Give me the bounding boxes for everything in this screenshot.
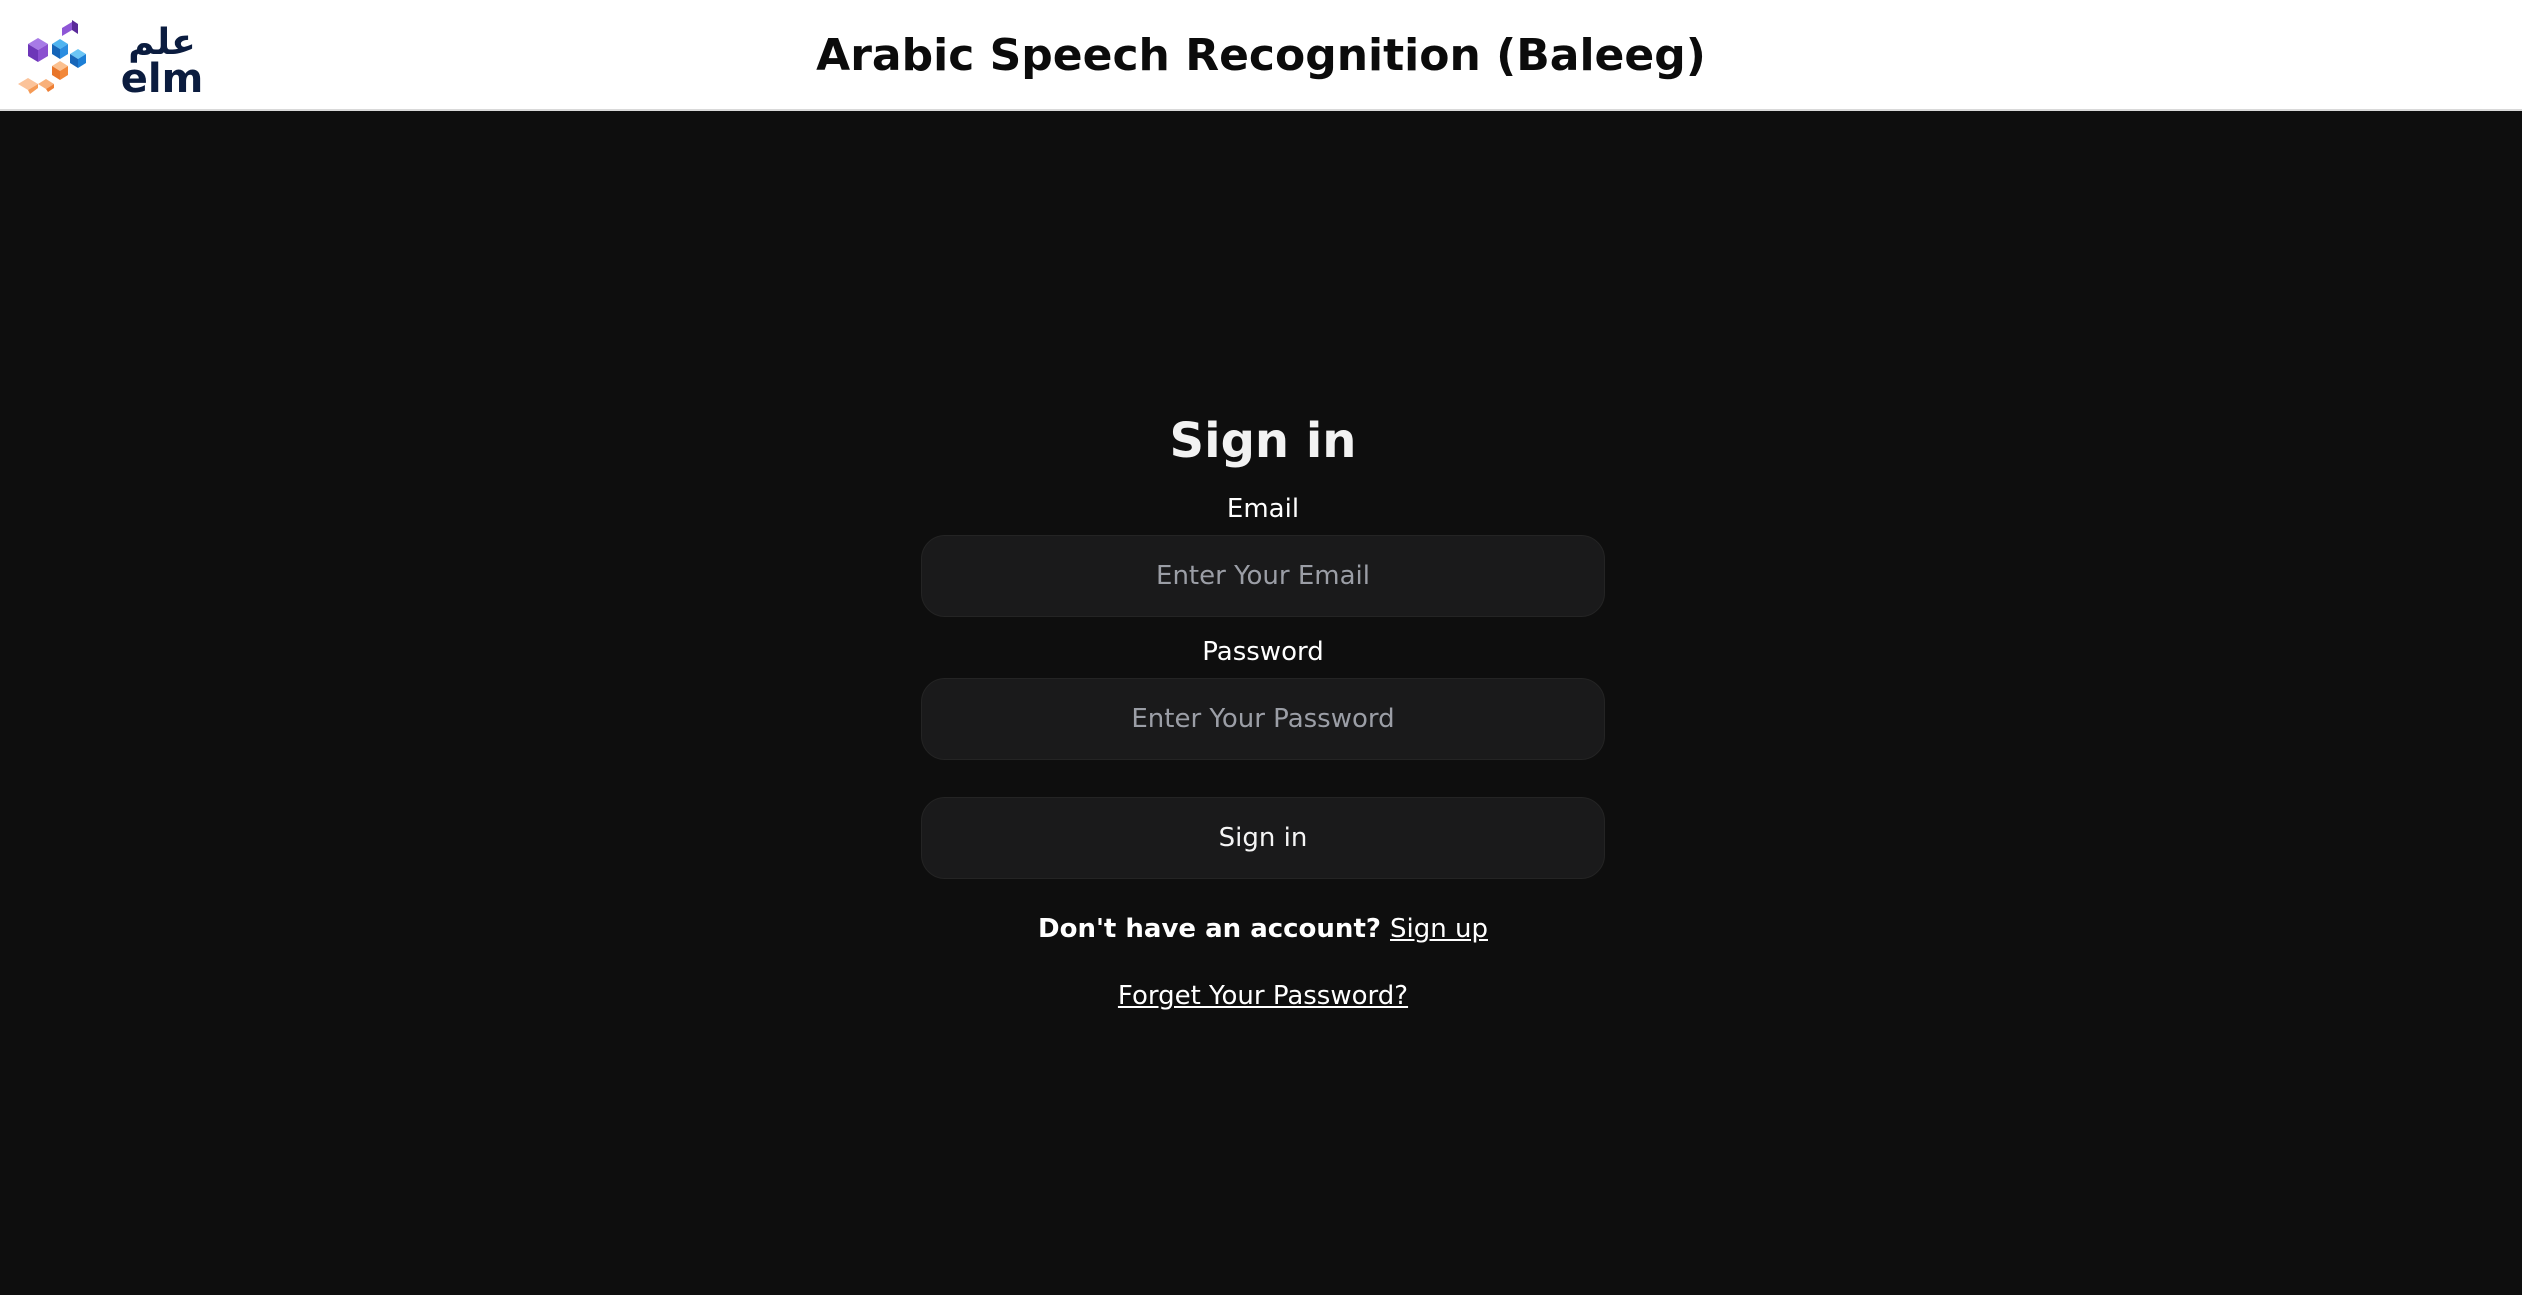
main-content: Sign in Email Password Sign in Don't hav…: [0, 111, 2522, 1295]
password-input[interactable]: [921, 678, 1605, 760]
signup-prompt: Don't have an account? Sign up: [921, 912, 1605, 946]
no-account-text: Don't have an account?: [1038, 914, 1391, 944]
email-label: Email: [1226, 494, 1300, 524]
forgot-password-line: Forget Your Password?: [921, 979, 1605, 1013]
email-input[interactable]: [921, 535, 1605, 617]
signin-button[interactable]: Sign in: [921, 797, 1605, 879]
forgot-password-link[interactable]: Forget Your Password?: [1118, 981, 1408, 1011]
app-header: علم elm Arabic Speech Recognition (Balee…: [0, 0, 2522, 111]
signin-form: Sign in Email Password Sign in Don't hav…: [921, 411, 1605, 1013]
password-label: Password: [1202, 637, 1324, 667]
signin-title: Sign in: [1169, 413, 1357, 469]
app-title: Arabic Speech Recognition (Baleeg): [816, 30, 1706, 81]
signup-link[interactable]: Sign up: [1390, 914, 1488, 944]
